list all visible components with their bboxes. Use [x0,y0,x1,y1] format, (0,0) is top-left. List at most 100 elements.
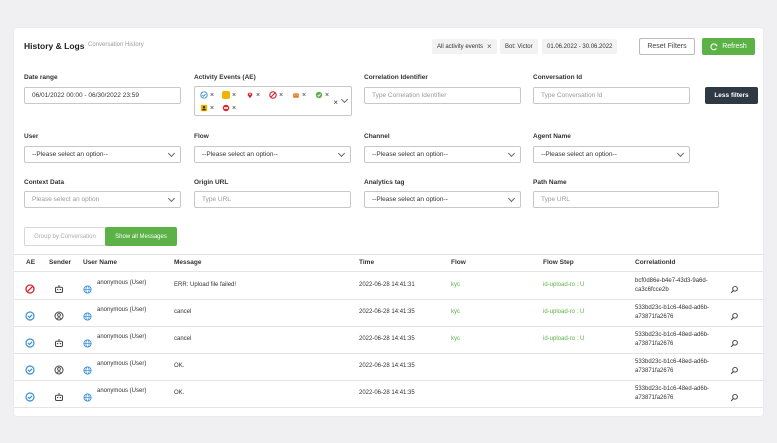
row-divider [14,299,763,300]
remove-icon[interactable]: × [325,92,329,99]
check-circle-icon [25,389,35,407]
cell-flow-step[interactable]: id-upload-ro : U [543,309,584,315]
context-data-label: Context Data [24,179,65,186]
search-icon[interactable] [730,308,739,326]
refresh-button[interactable]: Refresh [702,38,755,55]
reset-filters-button[interactable]: Reset Filters [639,38,695,55]
search-icon[interactable] [730,389,739,407]
flow-select[interactable]: --Please select an option-- [194,146,351,163]
cell-correlation-id: bcf0d86e-b4e7-43d3-9a6d-ca3c6fcce2b [635,277,708,295]
remove-icon[interactable]: × [210,105,214,112]
filter-chip-label: Bot: Victor [505,43,533,50]
user-select[interactable]: --Please select an option-- [24,146,181,163]
correlation-id-line: a73871fa2676 [635,314,674,320]
remove-icon[interactable]: × [232,92,236,99]
row-divider [14,407,763,408]
chevron-down-icon[interactable] [340,95,349,104]
cell-flow[interactable]: kyc [451,282,460,288]
chevron-down-icon [507,149,516,158]
chevron-down-icon [337,149,346,158]
cell-message: ERR: Upload file failed! [174,282,237,288]
cell-time: 2022-06-28 14:41:35 [359,363,415,369]
ae-chip[interactable]: × [200,91,214,99]
flow-label: Flow [194,133,209,140]
correlation-id-line: a73871fa2676 [635,341,674,347]
activity-events-select[interactable]: × × × × × × × × × [194,86,352,116]
column-header-user-name[interactable]: User Name [83,259,117,266]
cell-message: cancel [174,309,192,315]
correlation-id-line: bcf0d86e-b4e7-43d3-9a6d- [635,278,708,284]
robot-icon [54,389,64,407]
ae-chip[interactable]: × [222,104,236,112]
row-divider [14,326,763,327]
cell-flow-step[interactable]: id-upload-ro : U [543,282,584,288]
filter-chip-date[interactable]: 01.06.2022 - 30.06.2022 [542,39,618,54]
globe-icon [83,362,92,380]
check-circle-icon [25,362,35,380]
column-header-time[interactable]: Time [359,259,374,266]
cell-flow[interactable]: kyc [451,309,460,315]
path-name-input[interactable]: Type URL [533,191,719,208]
group-by-conversation-button[interactable]: Group by Conversation [24,227,106,246]
remove-icon[interactable]: × [256,92,260,99]
cell-flow-step[interactable]: id-upload-ro : U [543,336,584,342]
column-header-flow-step[interactable]: Flow Step [543,259,574,266]
ae-chip[interactable]: × [200,104,214,112]
chevron-down-icon [167,194,176,203]
conversation-id-label: Conversation Id [533,74,583,81]
ae-chip[interactable]: × [315,91,329,99]
remove-icon[interactable]: × [279,92,283,99]
column-header-ae[interactable]: AE [26,259,35,266]
breadcrumb-subtitle[interactable]: Conversation History [88,42,144,48]
less-filters-button[interactable]: Less filters [705,87,758,104]
correlation-id-line: a73871fa2676 [635,395,674,401]
cell-flow[interactable]: kyc [451,336,460,342]
cell-message: cancel [174,336,192,342]
search-icon[interactable] [730,335,739,353]
close-icon[interactable]: × [487,42,492,51]
remove-icon[interactable]: × [232,105,236,112]
cell-message: OK. [174,390,185,396]
search-icon[interactable] [730,281,739,299]
column-header-sender[interactable]: Sender [49,259,71,266]
remove-icon[interactable]: × [210,92,214,99]
cell-message: OK. [174,363,185,369]
ae-chip[interactable]: × [292,91,306,99]
column-header-correlation-id[interactable]: CorrelationId [635,259,675,266]
ae-chip[interactable]: × [246,91,260,99]
user-icon [54,308,64,326]
activity-events-label: Activity Events (AE) [194,74,256,81]
origin-url-input[interactable]: Type URL [194,191,351,208]
correlation-id-line: ca3c6fcce2b [635,287,669,293]
history-card: History & Logs Conversation History All … [14,28,763,416]
remove-icon[interactable]: × [302,92,306,99]
analytics-tag-label: Analytics tag [364,179,405,186]
cell-correlation-id: 533bd23c-b1c6-48ed-ad6b-a73871fa2676 [635,304,709,322]
filter-chip-bot[interactable]: Bot: Victor [500,39,538,54]
flow-select-value: --Please select an option-- [202,151,278,158]
channel-select-value: --Please select an option-- [372,151,448,158]
context-data-select[interactable]: Please select an option [24,191,181,208]
cell-time: 2022-06-28 14:41:35 [359,336,415,342]
date-range-input[interactable]: 06/01/2022 00:00 - 06/30/2022 23:59 [24,87,181,104]
search-icon[interactable] [730,362,739,380]
cell-user-name: anonymous (User) [97,334,147,340]
clear-icon[interactable]: × [333,98,338,107]
correlation-input[interactable]: Type Correlation Identifier [364,87,521,104]
analytics-tag-select[interactable]: --Please select an option-- [364,191,521,208]
column-header-flow[interactable]: Flow [451,259,466,266]
cell-user-name: anonymous (User) [97,388,147,394]
agent-name-select[interactable]: --Please select an option-- [533,146,690,163]
filter-chip-activity[interactable]: All activity events × [432,39,497,54]
ae-chip[interactable]: × [269,91,283,99]
refresh-label: Refresh [722,43,747,50]
forbidden-icon [25,281,35,299]
conversation-id-input[interactable]: Type Conversation Id [533,87,690,104]
cell-correlation-id: 533bd23c-b1c6-48ed-ad6b-a73871fa2676 [635,358,709,376]
show-all-messages-button[interactable]: Show all Messages [105,227,177,246]
robot-icon [54,335,64,353]
cell-user-name: anonymous (User) [97,280,147,286]
column-header-message[interactable]: Message [174,259,201,266]
channel-select[interactable]: --Please select an option-- [364,146,521,163]
ae-chip[interactable]: × [222,91,236,99]
